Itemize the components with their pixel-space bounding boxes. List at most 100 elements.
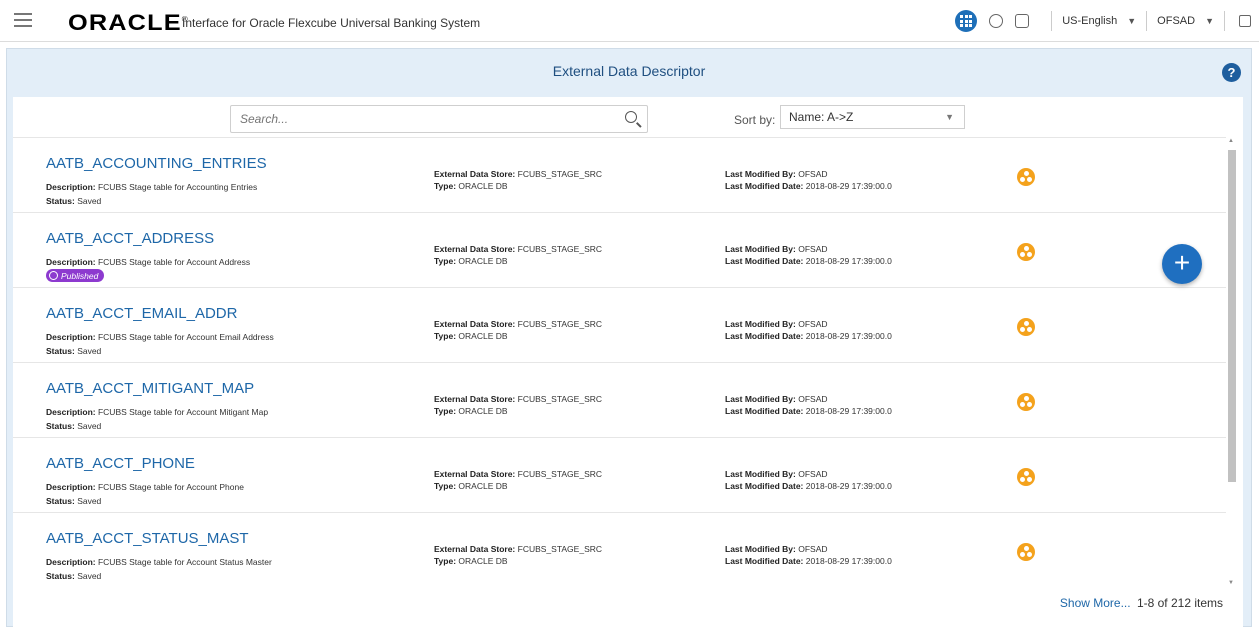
sort-value: Name: A->Z xyxy=(789,110,854,124)
description-value: FCUBS Stage table for Account Phone xyxy=(97,482,244,492)
store-label: External Data Store: xyxy=(434,469,516,479)
menu-icon[interactable] xyxy=(14,13,32,27)
data-source-icon[interactable] xyxy=(1017,543,1035,561)
status-value: Saved xyxy=(77,496,102,506)
data-source-icon[interactable] xyxy=(1017,393,1035,411)
search-box xyxy=(230,105,648,133)
type-line: Type: ORACLE DB xyxy=(434,480,602,492)
apps-grid-icon[interactable] xyxy=(955,10,978,32)
type-value: ORACLE DB xyxy=(458,181,508,191)
status-label: Status: xyxy=(46,346,75,356)
description: Description: FCUBS Stage table for Accou… xyxy=(46,332,274,342)
scrollbar[interactable]: ▲ ▼ xyxy=(1226,138,1237,586)
modified-date-line: Last Modified Date: 2018-08-29 17:39:00.… xyxy=(725,480,892,492)
descriptor-name-link[interactable]: AATB_ACCT_ADDRESS xyxy=(46,230,214,247)
modified-date-line: Last Modified Date: 2018-08-29 17:39:00.… xyxy=(725,180,892,192)
search-input[interactable] xyxy=(231,106,611,132)
list-item[interactable]: AATB_ACCT_PHONE Description: FCUBS Stage… xyxy=(13,438,1226,513)
modified-date-line: Last Modified Date: 2018-08-29 17:39:00.… xyxy=(725,555,892,567)
modified-by-label: Last Modified By: xyxy=(725,544,796,554)
show-more-link[interactable]: Show More... xyxy=(1060,596,1131,610)
lock-icon[interactable] xyxy=(989,14,1004,28)
screen-icon[interactable] xyxy=(1239,15,1251,27)
descriptor-list: AATB_ACCOUNTING_ENTRIES Description: FCU… xyxy=(13,138,1226,586)
store-value: FCUBS_STAGE_SRC xyxy=(517,469,603,479)
store-line: External Data Store: FCUBS_STAGE_SRC xyxy=(434,543,602,555)
modified-by-value: OFSAD xyxy=(798,244,828,254)
modified-info: Last Modified By: OFSAD Last Modified Da… xyxy=(725,468,892,492)
user-profile-icon[interactable] xyxy=(1015,14,1030,28)
list-item[interactable]: AATB_ACCT_MITIGANT_MAP Description: FCUB… xyxy=(13,363,1226,438)
descriptor-name-link[interactable]: AATB_ACCOUNTING_ENTRIES xyxy=(46,155,267,172)
status-text: Status: Saved xyxy=(46,496,101,506)
description-value: FCUBS Stage table for Account Address xyxy=(97,257,251,267)
type-line: Type: ORACLE DB xyxy=(434,555,602,567)
modified-by-label: Last Modified By: xyxy=(725,244,796,254)
language-label: US-English xyxy=(1062,15,1118,27)
app-title: Interface for Oracle Flexcube Universal … xyxy=(182,16,481,30)
scroll-up-icon[interactable]: ▲ xyxy=(1228,138,1234,144)
description: Description: FCUBS Stage table for Accou… xyxy=(46,257,250,267)
scrollbar-thumb[interactable] xyxy=(1228,150,1236,482)
content-frame: External Data Descriptor ? Sort by: Name… xyxy=(6,48,1252,628)
descriptor-name-link[interactable]: AATB_ACCT_STATUS_MAST xyxy=(46,530,249,547)
description-label: Description: xyxy=(46,257,96,267)
main-panel: Sort by: Name: A->Z ▼ AATB_ACCOUNTING_EN… xyxy=(13,97,1243,628)
add-button[interactable]: + xyxy=(1162,244,1202,284)
status-value: Saved xyxy=(77,571,102,581)
modified-info: Last Modified By: OFSAD Last Modified Da… xyxy=(725,318,892,342)
status-label: Status: xyxy=(46,571,75,581)
type-line: Type: ORACLE DB xyxy=(434,255,602,267)
type-value: ORACLE DB xyxy=(458,556,508,566)
status-label: Status: xyxy=(46,421,75,431)
sort-select[interactable]: Name: A->Z ▼ xyxy=(780,105,965,129)
modified-info: Last Modified By: OFSAD Last Modified Da… xyxy=(725,393,892,417)
chevron-down-icon: ▼ xyxy=(1127,16,1137,26)
data-source-icon[interactable] xyxy=(1017,168,1035,186)
list-item[interactable]: AATB_ACCT_STATUS_MAST Description: FCUBS… xyxy=(13,513,1226,586)
status-text: Status: Saved xyxy=(46,571,101,581)
description-label: Description: xyxy=(46,482,96,492)
modified-date-value: 2018-08-29 17:39:00.0 xyxy=(805,181,892,191)
store-label: External Data Store: xyxy=(434,169,516,179)
store-line: External Data Store: FCUBS_STAGE_SRC xyxy=(434,318,602,330)
descriptor-name-link[interactable]: AATB_ACCT_MITIGANT_MAP xyxy=(46,380,254,397)
description-value: FCUBS Stage table for Account Email Addr… xyxy=(97,332,274,342)
scroll-down-icon[interactable]: ▼ xyxy=(1228,580,1234,586)
modified-by-value: OFSAD xyxy=(798,394,828,404)
data-source-icon[interactable] xyxy=(1017,243,1035,261)
modified-date-label: Last Modified Date: xyxy=(725,556,804,566)
status-label: Status: xyxy=(46,496,75,506)
help-icon[interactable]: ? xyxy=(1222,63,1241,82)
modified-by-value: OFSAD xyxy=(798,169,828,179)
data-source-icon[interactable] xyxy=(1017,318,1035,336)
description-value: FCUBS Stage table for Account Status Mas… xyxy=(97,557,272,567)
type-label: Type: xyxy=(434,556,457,566)
modified-by-label: Last Modified By: xyxy=(725,469,796,479)
modified-date-label: Last Modified Date: xyxy=(725,406,804,416)
store-info: External Data Store: FCUBS_STAGE_SRC Typ… xyxy=(434,468,602,492)
divider xyxy=(1146,11,1148,31)
status-badge-label: Published xyxy=(61,270,99,281)
store-line: External Data Store: FCUBS_STAGE_SRC xyxy=(434,168,602,180)
user-menu[interactable]: OFSAD ▼ xyxy=(1157,15,1214,27)
store-value: FCUBS_STAGE_SRC xyxy=(517,544,603,554)
list-item[interactable]: AATB_ACCT_EMAIL_ADDR Description: FCUBS … xyxy=(13,288,1226,363)
descriptor-name-link[interactable]: AATB_ACCT_PHONE xyxy=(46,455,195,472)
modified-info: Last Modified By: OFSAD Last Modified Da… xyxy=(725,168,892,192)
data-source-icon[interactable] xyxy=(1017,468,1035,486)
list-item[interactable]: AATB_ACCT_ADDRESS Description: FCUBS Sta… xyxy=(13,213,1226,288)
type-line: Type: ORACLE DB xyxy=(434,330,602,342)
store-info: External Data Store: FCUBS_STAGE_SRC Typ… xyxy=(434,393,602,417)
search-icon[interactable] xyxy=(625,111,637,123)
store-label: External Data Store: xyxy=(434,544,516,554)
description-value: FCUBS Stage table for Accounting Entries xyxy=(97,182,258,192)
modified-by-value: OFSAD xyxy=(798,544,828,554)
descriptor-name-link[interactable]: AATB_ACCT_EMAIL_ADDR xyxy=(46,305,237,322)
list-item[interactable]: AATB_ACCOUNTING_ENTRIES Description: FCU… xyxy=(13,138,1226,213)
status-label: Status: xyxy=(46,196,75,206)
type-line: Type: ORACLE DB xyxy=(434,405,602,417)
type-label: Type: xyxy=(434,256,457,266)
status-text: Status: Saved xyxy=(46,196,101,206)
language-select[interactable]: US-English ▼ xyxy=(1062,15,1136,27)
